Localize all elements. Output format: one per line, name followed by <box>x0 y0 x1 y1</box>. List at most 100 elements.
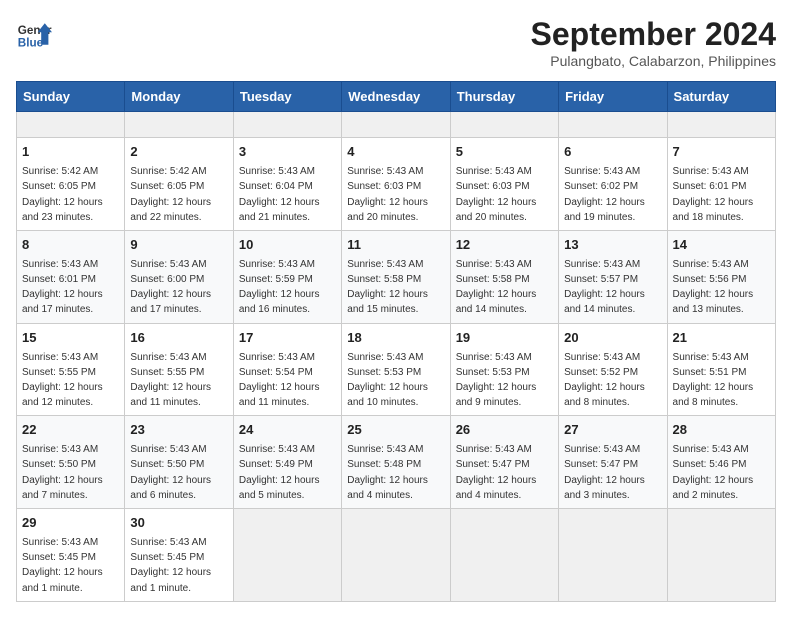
day-number: 19 <box>456 329 553 348</box>
day-info: Sunrise: 5:42 AMSunset: 6:05 PMDaylight:… <box>22 166 103 223</box>
day-number: 4 <box>347 143 444 162</box>
calendar-cell <box>450 509 558 602</box>
calendar-cell <box>125 112 233 138</box>
day-info: Sunrise: 5:43 AMSunset: 5:53 PMDaylight:… <box>347 352 428 409</box>
day-number: 30 <box>130 514 227 533</box>
day-info: Sunrise: 5:43 AMSunset: 5:50 PMDaylight:… <box>130 444 211 501</box>
col-monday: Monday <box>125 82 233 112</box>
day-number: 17 <box>239 329 336 348</box>
day-number: 21 <box>673 329 770 348</box>
day-info: Sunrise: 5:43 AMSunset: 5:58 PMDaylight:… <box>347 259 428 316</box>
day-info: Sunrise: 5:42 AMSunset: 6:05 PMDaylight:… <box>130 166 211 223</box>
day-number: 14 <box>673 236 770 255</box>
day-number: 7 <box>673 143 770 162</box>
day-info: Sunrise: 5:43 AMSunset: 6:02 PMDaylight:… <box>564 166 645 223</box>
day-number: 29 <box>22 514 119 533</box>
header: General Blue September 2024 Pulangbato, … <box>16 16 776 69</box>
day-number: 24 <box>239 421 336 440</box>
calendar-week-row: 8 Sunrise: 5:43 AMSunset: 6:01 PMDayligh… <box>17 230 776 323</box>
day-number: 23 <box>130 421 227 440</box>
calendar-cell <box>450 112 558 138</box>
logo: General Blue <box>16 16 52 52</box>
calendar-cell: 8 Sunrise: 5:43 AMSunset: 6:01 PMDayligh… <box>17 230 125 323</box>
col-sunday: Sunday <box>17 82 125 112</box>
calendar-body: 1 Sunrise: 5:42 AMSunset: 6:05 PMDayligh… <box>17 112 776 602</box>
day-info: Sunrise: 5:43 AMSunset: 5:47 PMDaylight:… <box>564 444 645 501</box>
col-saturday: Saturday <box>667 82 775 112</box>
day-number: 6 <box>564 143 661 162</box>
svg-text:Blue: Blue <box>18 37 44 50</box>
calendar-cell: 15 Sunrise: 5:43 AMSunset: 5:55 PMDaylig… <box>17 323 125 416</box>
day-info: Sunrise: 5:43 AMSunset: 6:04 PMDaylight:… <box>239 166 320 223</box>
day-number: 15 <box>22 329 119 348</box>
calendar-cell: 9 Sunrise: 5:43 AMSunset: 6:00 PMDayligh… <box>125 230 233 323</box>
calendar-cell: 14 Sunrise: 5:43 AMSunset: 5:56 PMDaylig… <box>667 230 775 323</box>
day-info: Sunrise: 5:43 AMSunset: 5:55 PMDaylight:… <box>22 352 103 409</box>
calendar-cell <box>342 509 450 602</box>
day-info: Sunrise: 5:43 AMSunset: 5:52 PMDaylight:… <box>564 352 645 409</box>
day-info: Sunrise: 5:43 AMSunset: 6:01 PMDaylight:… <box>22 259 103 316</box>
day-info: Sunrise: 5:43 AMSunset: 5:51 PMDaylight:… <box>673 352 754 409</box>
calendar-cell <box>667 509 775 602</box>
calendar-cell: 5 Sunrise: 5:43 AMSunset: 6:03 PMDayligh… <box>450 138 558 231</box>
day-number: 2 <box>130 143 227 162</box>
day-number: 20 <box>564 329 661 348</box>
calendar-cell: 12 Sunrise: 5:43 AMSunset: 5:58 PMDaylig… <box>450 230 558 323</box>
day-info: Sunrise: 5:43 AMSunset: 5:45 PMDaylight:… <box>130 537 211 594</box>
calendar-cell <box>559 112 667 138</box>
calendar-cell: 13 Sunrise: 5:43 AMSunset: 5:57 PMDaylig… <box>559 230 667 323</box>
day-info: Sunrise: 5:43 AMSunset: 5:50 PMDaylight:… <box>22 444 103 501</box>
col-tuesday: Tuesday <box>233 82 341 112</box>
day-number: 27 <box>564 421 661 440</box>
calendar-week-row: 1 Sunrise: 5:42 AMSunset: 6:05 PMDayligh… <box>17 138 776 231</box>
day-info: Sunrise: 5:43 AMSunset: 5:56 PMDaylight:… <box>673 259 754 316</box>
calendar-cell: 28 Sunrise: 5:43 AMSunset: 5:46 PMDaylig… <box>667 416 775 509</box>
day-info: Sunrise: 5:43 AMSunset: 5:48 PMDaylight:… <box>347 444 428 501</box>
calendar-cell: 27 Sunrise: 5:43 AMSunset: 5:47 PMDaylig… <box>559 416 667 509</box>
day-number: 8 <box>22 236 119 255</box>
calendar-cell <box>233 112 341 138</box>
calendar-cell: 24 Sunrise: 5:43 AMSunset: 5:49 PMDaylig… <box>233 416 341 509</box>
day-number: 9 <box>130 236 227 255</box>
day-info: Sunrise: 5:43 AMSunset: 5:45 PMDaylight:… <box>22 537 103 594</box>
day-info: Sunrise: 5:43 AMSunset: 5:53 PMDaylight:… <box>456 352 537 409</box>
col-wednesday: Wednesday <box>342 82 450 112</box>
calendar-cell: 25 Sunrise: 5:43 AMSunset: 5:48 PMDaylig… <box>342 416 450 509</box>
calendar-week-row: 15 Sunrise: 5:43 AMSunset: 5:55 PMDaylig… <box>17 323 776 416</box>
title-area: September 2024 Pulangbato, Calabarzon, P… <box>531 16 776 69</box>
calendar-cell: 3 Sunrise: 5:43 AMSunset: 6:04 PMDayligh… <box>233 138 341 231</box>
day-info: Sunrise: 5:43 AMSunset: 5:57 PMDaylight:… <box>564 259 645 316</box>
calendar-cell: 22 Sunrise: 5:43 AMSunset: 5:50 PMDaylig… <box>17 416 125 509</box>
calendar-cell: 17 Sunrise: 5:43 AMSunset: 5:54 PMDaylig… <box>233 323 341 416</box>
calendar-cell: 20 Sunrise: 5:43 AMSunset: 5:52 PMDaylig… <box>559 323 667 416</box>
day-number: 5 <box>456 143 553 162</box>
day-number: 18 <box>347 329 444 348</box>
calendar-cell: 18 Sunrise: 5:43 AMSunset: 5:53 PMDaylig… <box>342 323 450 416</box>
calendar-cell: 30 Sunrise: 5:43 AMSunset: 5:45 PMDaylig… <box>125 509 233 602</box>
day-number: 3 <box>239 143 336 162</box>
day-info: Sunrise: 5:43 AMSunset: 5:49 PMDaylight:… <box>239 444 320 501</box>
calendar-cell: 26 Sunrise: 5:43 AMSunset: 5:47 PMDaylig… <box>450 416 558 509</box>
day-info: Sunrise: 5:43 AMSunset: 5:54 PMDaylight:… <box>239 352 320 409</box>
day-info: Sunrise: 5:43 AMSunset: 6:01 PMDaylight:… <box>673 166 754 223</box>
calendar-cell <box>233 509 341 602</box>
day-number: 22 <box>22 421 119 440</box>
day-info: Sunrise: 5:43 AMSunset: 6:03 PMDaylight:… <box>347 166 428 223</box>
calendar-week-row: 22 Sunrise: 5:43 AMSunset: 5:50 PMDaylig… <box>17 416 776 509</box>
day-number: 16 <box>130 329 227 348</box>
location-subtitle: Pulangbato, Calabarzon, Philippines <box>531 53 776 69</box>
calendar-week-row <box>17 112 776 138</box>
calendar-cell: 19 Sunrise: 5:43 AMSunset: 5:53 PMDaylig… <box>450 323 558 416</box>
calendar-cell: 29 Sunrise: 5:43 AMSunset: 5:45 PMDaylig… <box>17 509 125 602</box>
calendar-header-row: Sunday Monday Tuesday Wednesday Thursday… <box>17 82 776 112</box>
day-number: 28 <box>673 421 770 440</box>
day-number: 1 <box>22 143 119 162</box>
calendar-cell: 4 Sunrise: 5:43 AMSunset: 6:03 PMDayligh… <box>342 138 450 231</box>
col-friday: Friday <box>559 82 667 112</box>
calendar-cell: 1 Sunrise: 5:42 AMSunset: 6:05 PMDayligh… <box>17 138 125 231</box>
calendar-cell <box>559 509 667 602</box>
day-info: Sunrise: 5:43 AMSunset: 5:46 PMDaylight:… <box>673 444 754 501</box>
day-number: 26 <box>456 421 553 440</box>
col-thursday: Thursday <box>450 82 558 112</box>
calendar-week-row: 29 Sunrise: 5:43 AMSunset: 5:45 PMDaylig… <box>17 509 776 602</box>
